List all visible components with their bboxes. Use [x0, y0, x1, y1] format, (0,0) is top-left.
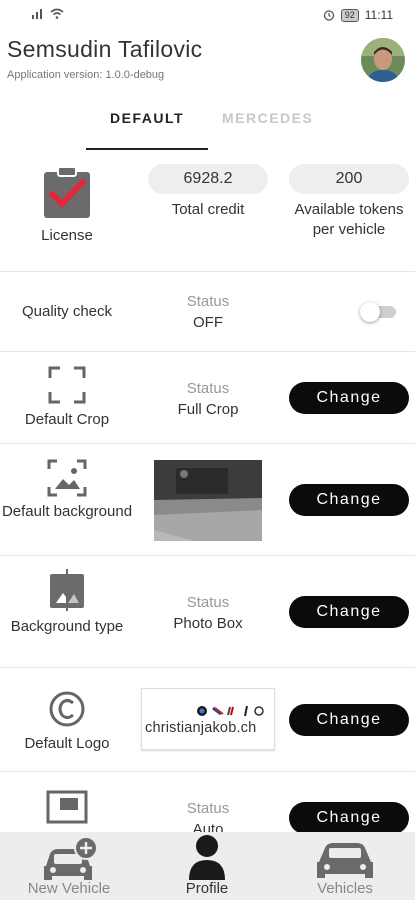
tab-mercedes[interactable]: MERCEDES: [222, 110, 313, 126]
background-type-status: Status Photo Box: [140, 592, 276, 634]
default-background-label: Default background: [1, 503, 133, 520]
logo-text: christianjakob.ch: [145, 720, 257, 736]
status-label: Status: [186, 800, 230, 817]
change-watermark-button[interactable]: Change: [289, 802, 409, 834]
nav-label: New Vehicle: [27, 880, 111, 897]
background-type-row: Background type Status Photo Box Change: [0, 556, 415, 668]
nav-label: Vehicles: [317, 880, 373, 897]
license-row: License 6928.2 Total credit 200 Availabl…: [0, 152, 415, 272]
tokens-label: Available tokens per vehicle: [294, 201, 404, 238]
status-bar: 92 11:11: [0, 0, 415, 30]
default-crop-label: Default Crop: [24, 411, 110, 428]
default-crop-cell: Default Crop: [0, 366, 134, 430]
nav-label: Profile: [185, 880, 229, 897]
crop-frame-icon: [48, 366, 86, 404]
default-crop-status: Status Full Crop: [140, 378, 276, 420]
status-label: Status: [186, 380, 230, 397]
quality-check-status: Status OFF: [140, 291, 276, 333]
quality-check-toggle[interactable]: [360, 302, 396, 322]
status-label: Status: [186, 594, 230, 611]
quality-check-label: Quality check: [21, 303, 113, 320]
status-value: Photo Box: [173, 615, 243, 632]
bottom-navigation: New Vehicle Profile Vehicles: [0, 832, 415, 900]
default-background-cell: Default background: [0, 459, 134, 522]
quality-check-row: Quality check Status OFF: [0, 272, 415, 352]
compare-icon: [50, 569, 84, 611]
status-value: Full Crop: [177, 401, 239, 418]
status-right: 92 11:11: [323, 8, 393, 22]
profile-name: Semsudin Tafilovic: [7, 36, 203, 62]
license-cell: License: [0, 166, 134, 246]
signal-icon: [32, 9, 42, 19]
picture-in-picture-icon: [46, 790, 88, 824]
license-clipboard-icon: [44, 166, 90, 218]
total-credit-value: 6928.2: [148, 164, 268, 194]
car-icon: [317, 843, 373, 878]
background-thumbnail: [154, 460, 262, 541]
default-logo-row: Default Logo christianjakob.ch Change: [0, 668, 415, 772]
avatar[interactable]: [361, 38, 405, 82]
change-background-button[interactable]: Change: [289, 484, 409, 516]
watermark-cell: [0, 790, 134, 824]
default-logo-cell: Default Logo: [0, 690, 134, 754]
status-label: Status: [186, 293, 230, 310]
default-crop-row: Default Crop Status Full Crop Change: [0, 352, 415, 444]
tab-default[interactable]: DEFAULT: [110, 110, 184, 126]
logo-thumbnail: christianjakob.ch: [141, 688, 275, 750]
battery-indicator: 92: [340, 8, 359, 22]
app-version: Application version: 1.0.0-debug: [7, 69, 165, 81]
change-crop-button[interactable]: Change: [289, 382, 409, 414]
active-tab-indicator: [86, 148, 208, 150]
tab-bar: DEFAULT MERCEDES: [0, 110, 415, 150]
total-credit-label: Total credit: [171, 201, 245, 218]
clock: 11:11: [364, 8, 393, 22]
background-type-cell: Background type: [0, 569, 134, 637]
image-frame-icon: [47, 459, 87, 497]
change-background-type-button[interactable]: Change: [289, 596, 409, 628]
brand-logos: [197, 705, 264, 717]
default-background-row: Default background Change: [0, 444, 415, 556]
license-label: License: [41, 227, 93, 244]
tokens-value: 200: [289, 164, 409, 194]
wifi-icon: [50, 8, 64, 19]
copyright-icon: [49, 691, 85, 727]
car-add-icon: [44, 836, 98, 880]
status-value: OFF: [193, 314, 223, 331]
person-icon: [189, 835, 225, 880]
background-type-label: Background type: [10, 618, 124, 635]
toggle-knob: [360, 302, 380, 322]
signal-indicators: [32, 8, 64, 19]
default-logo-label: Default Logo: [24, 735, 110, 752]
alarm-icon: [323, 10, 334, 21]
change-logo-button[interactable]: Change: [289, 704, 409, 736]
